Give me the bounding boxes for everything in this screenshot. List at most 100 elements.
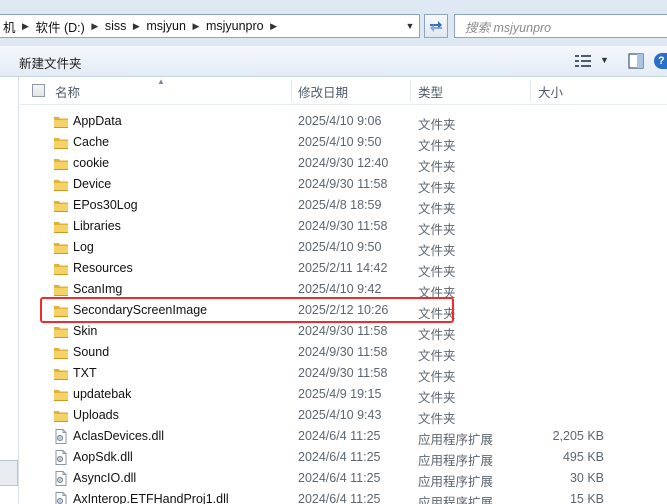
file-type: 文件夹 (418, 181, 456, 195)
folder-row[interactable]: cookie 2024/9/30 12:40 文件夹 (20, 153, 667, 174)
folder-icon (53, 345, 69, 360)
column-divider[interactable] (410, 80, 411, 102)
folder-row[interactable]: TXT 2024/9/30 11:58 文件夹 (20, 363, 667, 384)
column-divider[interactable] (291, 80, 292, 102)
file-row[interactable]: AsyncIO.dll 2024/6/4 11:25 应用程序扩展 30 KB (20, 468, 667, 489)
file-name: TXT (73, 366, 97, 380)
column-header-name[interactable]: 名称 (55, 77, 80, 105)
breadcrumb-msjyunpro[interactable]: msjyunpro (203, 15, 267, 37)
view-dropdown-icon[interactable]: ▼ (600, 55, 609, 65)
folder-icon (53, 366, 69, 381)
dll-file-icon (53, 492, 69, 504)
file-type: 应用程序扩展 (418, 433, 494, 447)
file-type: 应用程序扩展 (418, 496, 494, 504)
folder-icon (53, 114, 69, 129)
folder-row[interactable]: Log 2025/4/10 9:50 文件夹 (20, 237, 667, 258)
file-date-modified: 2025/4/10 9:50 (298, 240, 382, 254)
folder-row[interactable]: SecondaryScreenImage 2025/2/12 10:26 文件夹 (20, 300, 667, 321)
file-row[interactable]: AopSdk.dll 2024/6/4 11:25 应用程序扩展 495 KB (20, 447, 667, 468)
file-type: 文件夹 (418, 307, 456, 321)
file-name: updatebak (73, 387, 132, 401)
file-date-modified: 2024/6/4 11:25 (298, 450, 381, 464)
preview-pane-icon[interactable] (628, 53, 644, 72)
refresh-button[interactable] (424, 14, 448, 38)
file-date-modified: 2025/4/10 9:43 (298, 408, 382, 422)
file-name: AxInterop.ETFHandProj1.dll (73, 492, 229, 504)
folder-row[interactable]: ScanImg 2025/4/10 9:42 文件夹 (20, 279, 667, 300)
address-row: 机 ▶ 软件 (D:) ▶ siss ▶ msjyun ▶ msjyunpro … (0, 0, 667, 46)
navigation-scrollbar[interactable] (0, 460, 18, 486)
file-date-modified: 2024/9/30 11:58 (298, 345, 388, 359)
folder-row[interactable]: EPos30Log 2025/4/8 18:59 文件夹 (20, 195, 667, 216)
folder-row[interactable]: Resources 2025/2/11 14:42 文件夹 (20, 258, 667, 279)
folder-row[interactable]: Sound 2024/9/30 11:58 文件夹 (20, 342, 667, 363)
search-placeholder: 搜索 msjyunpro (465, 20, 552, 35)
view-options-icon[interactable] (574, 54, 592, 71)
file-size: 15 KB (569, 492, 604, 504)
breadcrumb-arrow-icon[interactable]: ▶ (189, 21, 203, 32)
breadcrumb-arrow-icon[interactable]: ▶ (129, 21, 143, 32)
file-list: AppData 2025/4/10 9:06 文件夹 Cache 2025/4/10 9… (20, 111, 667, 504)
column-header: ▲ 名称 修改日期 类型 大小 (20, 77, 667, 105)
folder-row[interactable]: Libraries 2024/9/30 11:58 文件夹 (20, 216, 667, 237)
breadcrumb-drive-d[interactable]: 软件 (D:) (33, 15, 88, 37)
file-type: 文件夹 (418, 223, 456, 237)
file-date-modified: 2024/6/4 11:25 (298, 492, 381, 504)
folder-row[interactable]: Cache 2025/4/10 9:50 文件夹 (20, 132, 667, 153)
file-name: AopSdk.dll (73, 450, 133, 464)
file-type: 文件夹 (418, 349, 456, 363)
breadcrumb-siss[interactable]: siss (102, 15, 130, 37)
file-name: ScanImg (73, 282, 123, 296)
address-dropdown-icon[interactable]: ▼ (401, 15, 419, 37)
file-row[interactable]: AclasDevices.dll 2024/6/4 11:25 应用程序扩展 2,20… (20, 426, 667, 447)
column-header-type[interactable]: 类型 (418, 77, 443, 105)
search-input[interactable]: 搜索 msjyunpro (454, 14, 667, 38)
breadcrumb-arrow-icon[interactable]: ▶ (19, 21, 33, 32)
folder-row[interactable]: Device 2024/9/30 11:58 文件夹 (20, 174, 667, 195)
breadcrumb-arrow-icon[interactable]: ▶ (267, 21, 281, 32)
column-divider[interactable] (530, 80, 531, 102)
file-date-modified: 2024/6/4 11:25 (298, 471, 381, 485)
address-bar[interactable]: 机 ▶ 软件 (D:) ▶ siss ▶ msjyun ▶ msjyunpro … (0, 14, 420, 38)
column-header-size[interactable]: 大小 (538, 77, 563, 105)
new-folder-button[interactable]: 新建文件夹 (19, 53, 82, 72)
folder-icon (53, 282, 69, 297)
breadcrumb-computer[interactable]: 机 (0, 15, 19, 37)
dll-file-icon (53, 471, 69, 486)
file-date-modified: 2025/4/10 9:06 (298, 114, 382, 128)
breadcrumb-arrow-icon[interactable]: ▶ (88, 21, 102, 32)
file-name: Resources (73, 261, 133, 275)
folder-icon (53, 324, 69, 339)
file-type: 文件夹 (418, 139, 456, 153)
sort-ascending-icon: ▲ (157, 77, 165, 86)
file-type: 应用程序扩展 (418, 475, 494, 489)
file-type: 文件夹 (418, 202, 456, 216)
file-date-modified: 2024/9/30 11:58 (298, 177, 388, 191)
file-name: Sound (73, 345, 110, 359)
file-date-modified: 2024/6/4 11:25 (298, 429, 381, 443)
file-date-modified: 2025/2/12 10:26 (298, 303, 389, 317)
file-row[interactable]: AxInterop.ETFHandProj1.dll 2024/6/4 11:25… (20, 489, 667, 504)
folder-row[interactable]: updatebak 2025/4/9 19:15 文件夹 (20, 384, 667, 405)
help-icon[interactable]: ? (654, 53, 667, 69)
folder-icon (53, 156, 69, 171)
column-header-date[interactable]: 修改日期 (298, 77, 348, 105)
file-name: Cache (73, 135, 110, 149)
file-name: SecondaryScreenImage (73, 303, 208, 317)
file-date-modified: 2025/4/8 18:59 (298, 198, 382, 212)
select-all-checkbox[interactable] (32, 84, 45, 97)
folder-row[interactable]: AppData 2025/4/10 9:06 文件夹 (20, 111, 667, 132)
dll-file-icon (53, 429, 69, 444)
file-size: 2,205 KB (552, 429, 604, 443)
folder-icon (53, 177, 69, 192)
file-name: Uploads (73, 408, 119, 422)
file-date-modified: 2024/9/30 11:58 (298, 366, 388, 380)
file-name: AsyncIO.dll (73, 471, 137, 485)
breadcrumb-msjyun[interactable]: msjyun (143, 15, 189, 37)
folder-row[interactable]: Skin 2024/9/30 11:58 文件夹 (20, 321, 667, 342)
folder-icon (53, 219, 69, 234)
file-date-modified: 2025/4/9 19:15 (298, 387, 382, 401)
folder-row[interactable]: Uploads 2025/4/10 9:43 文件夹 (20, 405, 667, 426)
navigation-pane (0, 77, 19, 504)
file-type: 应用程序扩展 (418, 454, 494, 468)
